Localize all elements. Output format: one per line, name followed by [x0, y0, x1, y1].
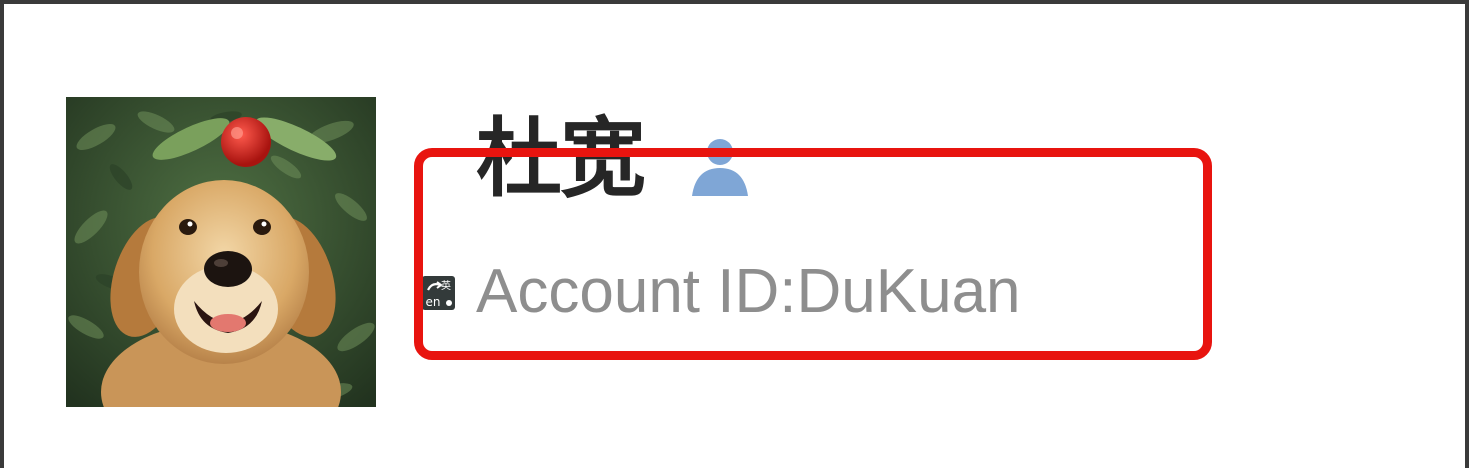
dog-avatar-image	[66, 97, 376, 407]
profile-card: 杜宽 Account ID:DuKuan 英 en	[0, 0, 1469, 468]
avatar[interactable]	[66, 97, 376, 407]
annotation-highlight-box	[414, 148, 1212, 360]
